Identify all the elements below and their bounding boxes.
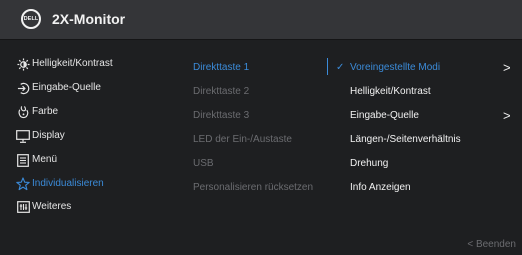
menu-item-input-source[interactable]: Eingabe-Quelle [32,82,101,93]
star-icon [16,177,30,191]
option-aspect-ratio[interactable]: Längen-/Seitenverhältnis [350,134,461,145]
menu-item-display[interactable]: Display [32,130,65,141]
reset-personalization-option[interactable]: Personalisieren rücksetzen [193,182,313,193]
menu-icon [16,153,30,167]
power-led-option[interactable]: LED der Ein-/Austaste [193,134,292,145]
usb-option[interactable]: USB [193,158,214,169]
monitor-title: 2X-Monitor [52,11,126,27]
shortcut-key-2[interactable]: Direkttaste 2 [193,86,249,97]
display-icon [16,129,30,143]
option-preset-modes[interactable]: Voreingestellte Modi [350,62,440,73]
option-brightness-contrast[interactable]: Helligkeit/Kontrast [350,86,431,97]
color-icon [16,105,30,119]
menu-item-color[interactable]: Farbe [32,106,58,117]
option-display-info[interactable]: Info Anzeigen [350,182,411,193]
option-input-source[interactable]: Eingabe-Quelle [350,110,419,121]
menu-item-personalize[interactable]: Individualisieren [32,178,104,189]
chevron-right-icon: > [503,60,511,75]
menu-item-brightness[interactable]: Helligkeit/Kontrast [32,58,113,69]
input-source-icon [16,81,30,95]
osd-window: DELL 2X-Monitor Helligkeit/Kontrast Eing… [0,0,522,255]
exit-button[interactable]: < Beenden [467,239,516,250]
chevron-right-icon: > [503,108,511,123]
shortcut-key-3[interactable]: Direkttaste 3 [193,110,249,121]
option-rotation[interactable]: Drehung [350,158,388,169]
header-bar: DELL 2X-Monitor [0,0,522,40]
others-icon [16,200,30,214]
checkmark-icon: ✓ [336,62,345,73]
shortcut-key-1[interactable]: Direkttaste 1 [193,62,249,73]
brightness-icon [16,57,30,71]
selection-indicator [327,58,328,75]
dell-logo: DELL [21,9,41,29]
menu-item-menu[interactable]: Menü [32,154,57,165]
menu-item-others[interactable]: Weiteres [32,201,71,212]
